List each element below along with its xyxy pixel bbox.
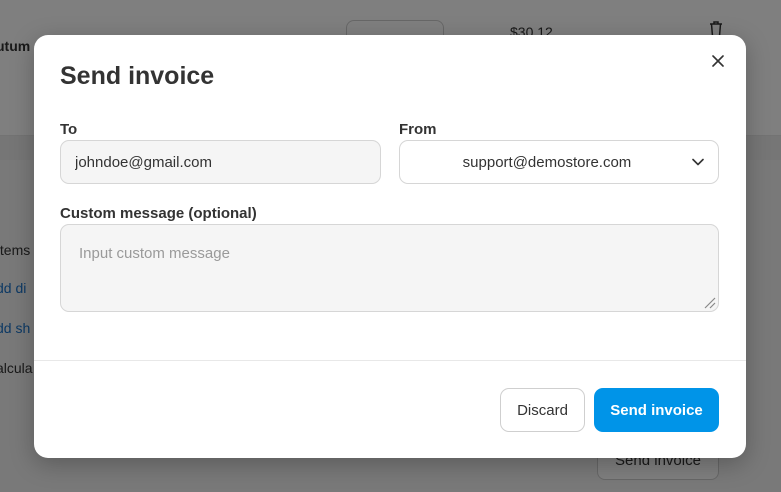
from-label: From xyxy=(399,121,437,138)
footer-divider xyxy=(34,360,746,361)
chevron-down-icon xyxy=(678,158,718,166)
send-invoice-button[interactable]: Send invoice xyxy=(594,388,719,432)
to-label: To xyxy=(60,121,78,138)
from-selected-value: support@demostore.com xyxy=(462,153,632,171)
discard-button[interactable]: Discard xyxy=(500,388,585,432)
custom-message-label: Custom message (optional) xyxy=(60,205,257,222)
close-button[interactable] xyxy=(706,49,730,73)
modal-title: Send invoice xyxy=(60,62,215,90)
custom-message-field[interactable] xyxy=(60,224,719,312)
from-select[interactable]: support@demostore.com xyxy=(399,140,719,184)
to-email-field[interactable] xyxy=(60,140,381,184)
close-icon xyxy=(712,55,724,67)
send-invoice-modal: Send invoice To From support@demostore.c… xyxy=(34,35,746,458)
